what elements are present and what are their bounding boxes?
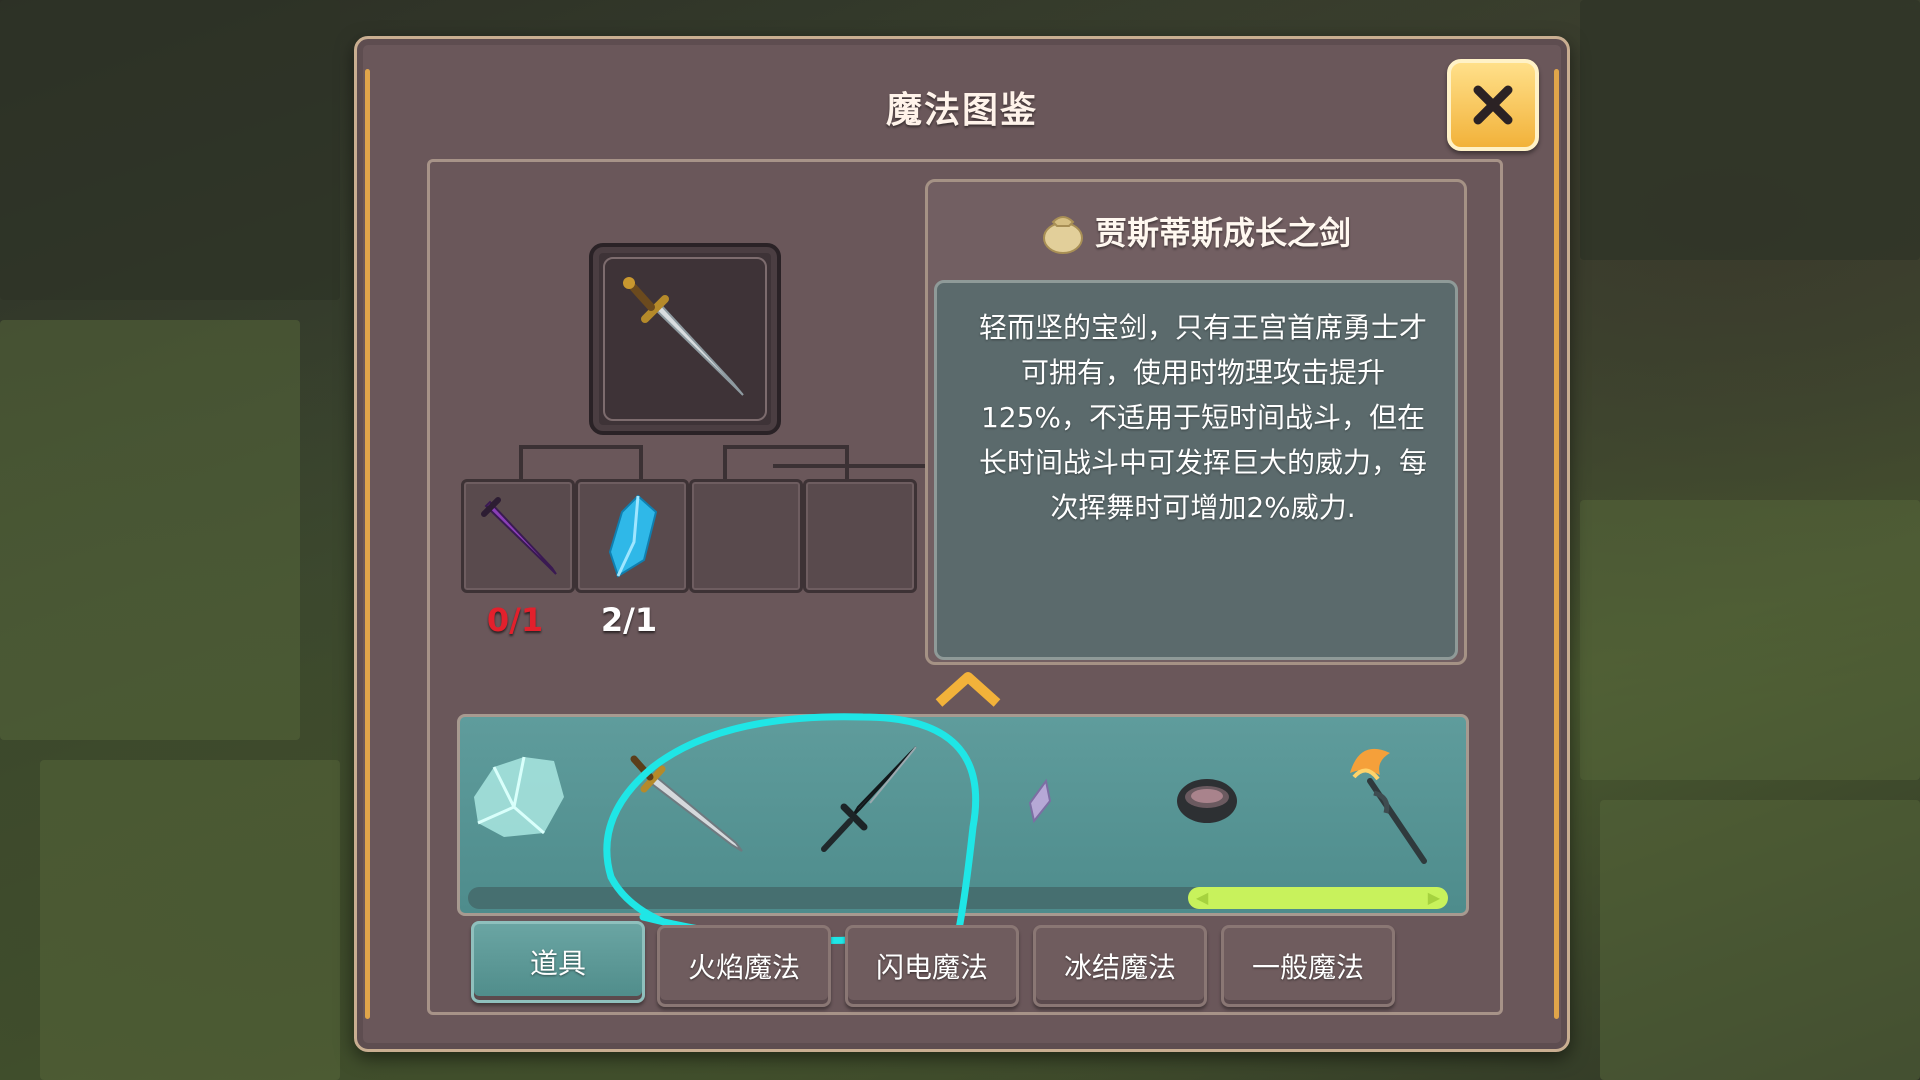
chevron-up-icon — [935, 672, 1001, 707]
expand-up-button[interactable] — [933, 669, 1003, 713]
item-detail-panel: 贾斯蒂斯成长之剑 轻而坚的宝剑，只有王宫首席勇士才可拥有，使用时物理攻击提升12… — [925, 179, 1467, 665]
close-x-icon — [1473, 85, 1513, 125]
blue-crystal-icon — [608, 494, 658, 578]
tab-lightning-magic[interactable]: 闪电魔法 — [845, 925, 1019, 1007]
flame-staff-icon — [1350, 748, 1427, 864]
dark-blade-sword-icon — [821, 746, 917, 852]
scrollbar-thumb[interactable]: ◀ ▶ — [1188, 887, 1448, 909]
magic-codex-dialog: 魔法图鉴 0/1 2/1 贾斯蒂斯成长之剑 轻而坚的宝剑，只有王宫首席勇士才可拥… — [354, 36, 1570, 1052]
pouch-icon — [1041, 208, 1085, 262]
strip-item[interactable] — [1020, 777, 1060, 831]
dialog-title: 魔法图鉴 — [885, 90, 1038, 131]
strip-item[interactable] — [1320, 733, 1440, 877]
tab-items[interactable]: 道具 — [471, 921, 645, 1003]
scroll-right-icon: ▶ — [1427, 888, 1440, 907]
material-slot[interactable] — [575, 479, 689, 593]
material-count-insufficient: 0/1 — [486, 601, 544, 639]
purple-dagger-icon — [481, 497, 557, 575]
tab-general-magic[interactable]: 一般魔法 — [1221, 925, 1395, 1007]
item-name: 贾斯蒂斯成长之剑 — [1094, 214, 1351, 252]
material-slot[interactable] — [461, 479, 575, 593]
strip-item[interactable] — [620, 747, 760, 871]
item-strip[interactable]: ◀ ▶ — [457, 714, 1469, 916]
material-slot-empty[interactable] — [689, 479, 803, 593]
ice-crystal-icon — [474, 756, 564, 837]
item-strip-scrollbar[interactable]: ◀ ▶ — [468, 887, 1448, 909]
item-name-row: 贾斯蒂斯成长之剑 — [928, 208, 1464, 262]
left-gold-rail — [365, 69, 370, 1019]
right-gold-rail — [1554, 69, 1559, 1019]
close-button[interactable] — [1447, 59, 1539, 151]
strip-item[interactable] — [464, 737, 574, 851]
strip-item[interactable] — [800, 737, 930, 871]
material-slot-empty[interactable] — [803, 479, 917, 593]
item-description: 轻而坚的宝剑，只有王宫首席勇士才可拥有，使用时物理攻击提升125%，不适用于短时… — [978, 311, 1427, 524]
scroll-left-icon: ◀ — [1196, 888, 1209, 907]
purple-shard-icon — [1028, 778, 1052, 824]
recipe-connector — [519, 445, 643, 479]
golden-hilt-sword-icon — [623, 277, 744, 396]
dark-bowl-icon — [1177, 779, 1237, 823]
material-count: 2/1 — [600, 601, 658, 639]
strip-item[interactable] — [1172, 775, 1242, 835]
tab-fire-magic[interactable]: 火焰魔法 — [657, 925, 831, 1007]
golden-hilt-sword-icon — [630, 755, 743, 852]
recipe-result-slot[interactable] — [589, 243, 781, 435]
tab-ice-magic[interactable]: 冰结魔法 — [1033, 925, 1207, 1007]
description-box: 轻而坚的宝剑，只有王宫首席勇士才可拥有，使用时物理攻击提升125%，不适用于短时… — [934, 280, 1458, 660]
